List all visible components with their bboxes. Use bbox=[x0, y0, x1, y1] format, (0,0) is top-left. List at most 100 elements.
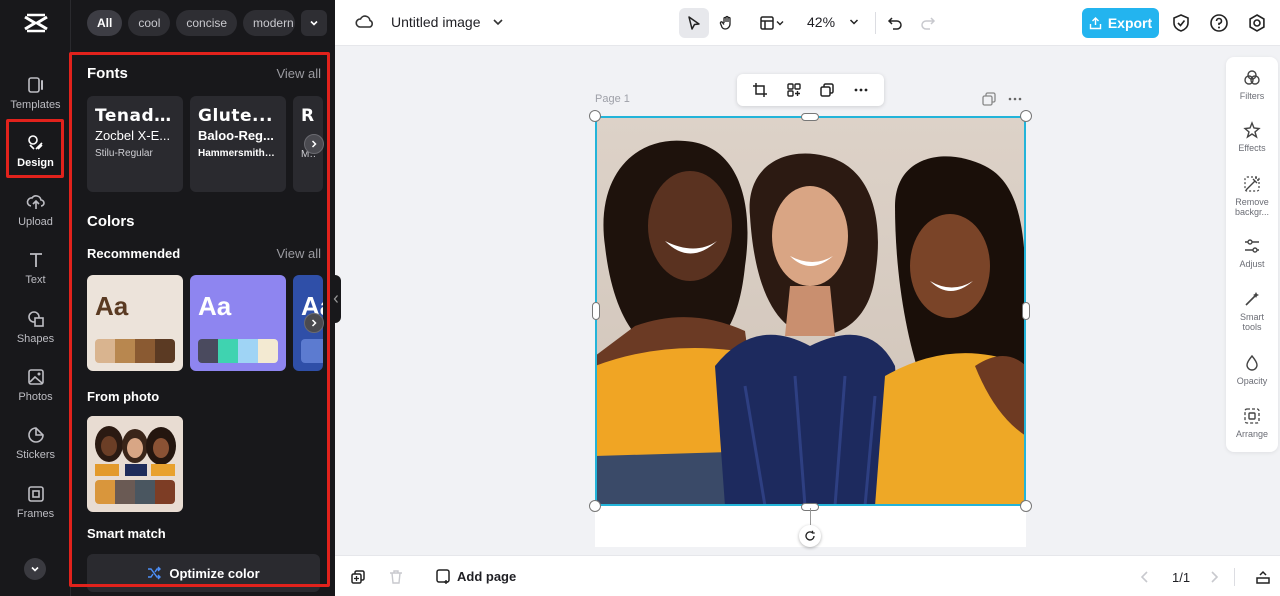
font-card-line1: Tenada-... bbox=[95, 106, 175, 126]
page-controls bbox=[982, 92, 1022, 106]
hand-icon bbox=[719, 15, 731, 30]
chevron-right-icon bbox=[311, 319, 317, 327]
rail-label: Text bbox=[25, 274, 46, 286]
opacity-icon bbox=[1246, 354, 1258, 371]
right-tool-panel: Filters Effects Remove backgr... Adjust … bbox=[1226, 57, 1278, 452]
rail-item-upload[interactable]: Upload bbox=[0, 183, 71, 237]
resize-handle-top-left[interactable] bbox=[589, 110, 601, 122]
settings-icon[interactable] bbox=[1247, 13, 1267, 33]
font-card-line3: Stilu-Regular bbox=[95, 148, 153, 159]
select-tool-button[interactable] bbox=[679, 8, 709, 38]
rail-item-stickers[interactable]: Stickers bbox=[0, 416, 71, 470]
collapse-pages-icon[interactable] bbox=[1255, 569, 1271, 585]
resize-handle-top[interactable] bbox=[801, 113, 819, 121]
rotate-icon bbox=[805, 530, 815, 541]
remove-background-icon bbox=[1244, 176, 1260, 192]
rail-item-frames[interactable]: Frames bbox=[0, 475, 71, 529]
duplicate-page-icon[interactable] bbox=[982, 92, 996, 106]
stickers-icon bbox=[27, 427, 44, 443]
tool-filters[interactable]: Filters bbox=[1226, 69, 1278, 101]
chip-cool[interactable]: cool bbox=[128, 10, 171, 36]
tool-label: Remove backgr... bbox=[1234, 197, 1270, 217]
undo-button[interactable] bbox=[880, 8, 910, 38]
upload-icon bbox=[26, 195, 45, 209]
duplicate-icon[interactable] bbox=[819, 82, 835, 98]
capcut-logo-icon[interactable] bbox=[23, 11, 49, 35]
tool-arrange[interactable]: Arrange bbox=[1226, 407, 1278, 439]
color-palette-card[interactable]: Aa bbox=[190, 275, 286, 371]
chips-more-button[interactable] bbox=[301, 10, 328, 36]
rotate-handle[interactable] bbox=[799, 525, 821, 547]
colors-next-button[interactable] bbox=[304, 313, 324, 333]
chevron-down-icon[interactable] bbox=[491, 15, 505, 29]
font-card[interactable]: Tenada-... Zocbel X-E... Stilu-Regular bbox=[87, 96, 183, 192]
tool-label: Opacity bbox=[1236, 376, 1268, 386]
undo-icon bbox=[887, 17, 902, 30]
prev-page-icon[interactable] bbox=[1139, 570, 1151, 584]
cloud-sync-icon[interactable] bbox=[355, 13, 375, 31]
tool-effects[interactable]: Effects bbox=[1226, 121, 1278, 153]
adjust-icon bbox=[1245, 239, 1259, 253]
zoom-dropdown-icon[interactable] bbox=[848, 16, 860, 28]
context-toolbar bbox=[737, 74, 884, 106]
font-card[interactable]: Glute... Baloo-Reg... HammersmithOn... bbox=[190, 96, 286, 192]
design-highlight-box bbox=[6, 119, 64, 178]
resize-handle-left[interactable] bbox=[592, 302, 600, 320]
from-photo-title: From photo bbox=[87, 389, 160, 404]
more-icon[interactable] bbox=[853, 82, 869, 98]
design-panel: All cool concise modern Fonts View all T… bbox=[71, 0, 335, 596]
export-button[interactable]: Export bbox=[1082, 8, 1159, 38]
arrange-icon bbox=[1244, 408, 1260, 424]
rail-item-photos[interactable]: Photos bbox=[0, 358, 71, 412]
add-page-button[interactable]: Add page bbox=[435, 568, 516, 584]
left-rail: Templates Design Upload Text Shapes Phot… bbox=[0, 0, 71, 596]
help-icon[interactable] bbox=[1209, 13, 1229, 33]
rail-label: Photos bbox=[18, 391, 53, 403]
chip-concise[interactable]: concise bbox=[176, 10, 238, 36]
optimize-color-button[interactable]: Optimize color bbox=[87, 554, 320, 592]
rail-item-text[interactable]: Text bbox=[0, 241, 71, 295]
color-palette-card[interactable]: Aa bbox=[87, 275, 183, 371]
colors-view-all-link[interactable]: View all bbox=[276, 246, 321, 261]
smart-select-icon[interactable] bbox=[786, 82, 802, 98]
text-icon bbox=[29, 253, 42, 267]
resize-handle-bottom-left[interactable] bbox=[589, 500, 601, 512]
panel-collapse-button[interactable] bbox=[330, 275, 341, 323]
resize-handle-right[interactable] bbox=[1022, 302, 1030, 320]
document-title[interactable]: Untitled image bbox=[391, 14, 481, 30]
rail-item-templates[interactable]: Templates bbox=[0, 66, 71, 120]
resize-handle-bottom-right[interactable] bbox=[1020, 500, 1032, 512]
rail-label: Upload bbox=[18, 216, 53, 228]
fonts-view-all-link[interactable]: View all bbox=[276, 66, 321, 81]
chevron-left-icon bbox=[333, 295, 338, 303]
layout-icon bbox=[760, 16, 774, 30]
trash-icon[interactable] bbox=[388, 569, 404, 585]
tool-opacity[interactable]: Opacity bbox=[1226, 354, 1278, 386]
layout-menu-button[interactable] bbox=[753, 8, 791, 38]
rail-item-shapes[interactable]: Shapes bbox=[0, 300, 71, 354]
from-photo-card[interactable] bbox=[87, 416, 183, 512]
next-page-icon[interactable] bbox=[1208, 570, 1220, 584]
rail-expand-button[interactable] bbox=[24, 558, 46, 580]
bottom-bar: Add page 1/1 bbox=[335, 555, 1280, 596]
hand-tool-button[interactable] bbox=[712, 8, 742, 38]
chip-modern[interactable]: modern bbox=[243, 10, 296, 36]
more-options-icon[interactable] bbox=[1008, 92, 1022, 106]
zoom-level[interactable]: 42% bbox=[807, 14, 835, 30]
chevron-right-icon bbox=[311, 140, 317, 148]
fonts-next-button[interactable] bbox=[304, 134, 324, 154]
tool-remove-background[interactable]: Remove backgr... bbox=[1226, 175, 1278, 217]
chip-all[interactable]: All bbox=[87, 10, 123, 36]
font-card-line1: Glute... bbox=[198, 106, 273, 126]
tool-smart-tools[interactable]: Smart tools bbox=[1226, 290, 1278, 332]
resize-handle-top-right[interactable] bbox=[1020, 110, 1032, 122]
selection-frame bbox=[595, 116, 1026, 506]
palette-sample-text: Aa bbox=[198, 291, 232, 321]
redo-button[interactable] bbox=[913, 8, 943, 38]
shield-icon[interactable] bbox=[1172, 13, 1190, 33]
duplicate-page-icon[interactable] bbox=[350, 569, 366, 585]
crop-icon[interactable] bbox=[752, 82, 768, 98]
tool-label: Filters bbox=[1239, 91, 1265, 101]
bottom-divider bbox=[1234, 568, 1235, 586]
tool-adjust[interactable]: Adjust bbox=[1226, 237, 1278, 269]
